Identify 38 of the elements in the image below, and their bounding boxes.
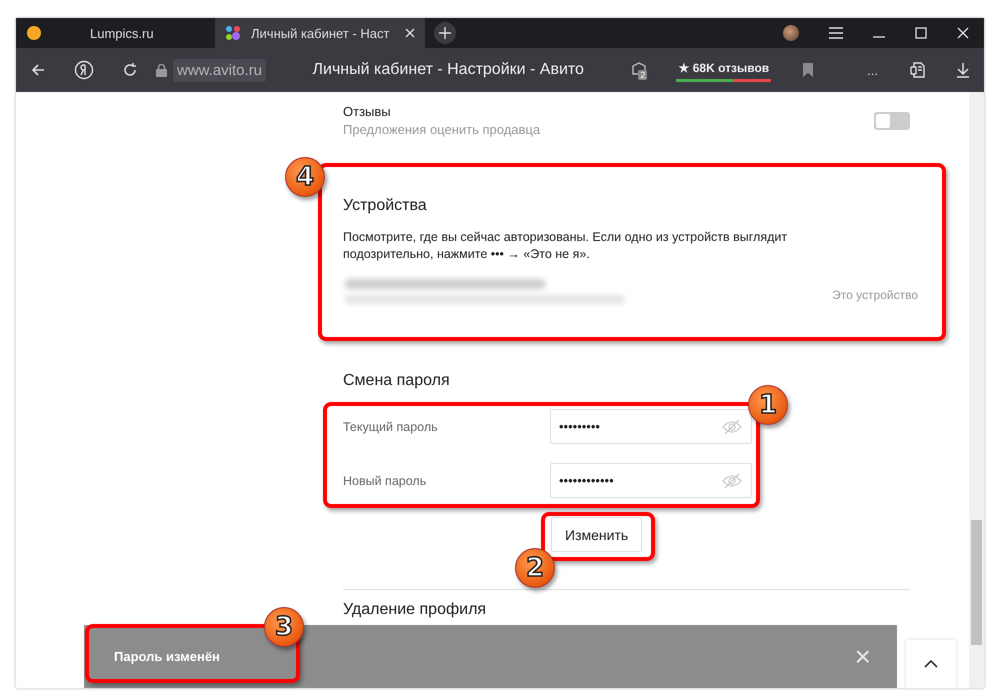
field-label: Новый пароль (343, 474, 428, 488)
section-description: Посмотрите, где вы сейчас авторизованы. Если одно из устройств выглядит подозрительно, нажмите ••• → «Это не я». (343, 229, 788, 263)
browser-tab[interactable]: Lumpics.ru (16, 18, 215, 48)
more-button[interactable]: ... (867, 62, 878, 78)
section-heading: Удаление профиля (343, 601, 486, 619)
site-favicon-icon (225, 25, 241, 41)
maximize-icon[interactable] (915, 27, 927, 39)
browser-tab[interactable]: Личный кабинет - Наст (215, 18, 425, 48)
scrollbar[interactable] (969, 92, 984, 688)
back-icon[interactable] (30, 62, 46, 78)
password-field[interactable]: ••••••••• (550, 409, 752, 444)
menu-icon[interactable] (829, 27, 843, 39)
site-favicon-icon (26, 25, 42, 41)
current-device-label: Это устройство (832, 288, 918, 302)
plus-icon (439, 27, 451, 39)
new-tab-button[interactable] (434, 22, 456, 44)
setting-title: Отзывы (343, 104, 392, 119)
toggle-switch[interactable] (874, 112, 910, 130)
reviews-link[interactable]: ★ 68K отзывов (676, 58, 772, 82)
password-field[interactable]: •••••••••••• (550, 463, 752, 498)
setting-subtitle: Предложения оценить продавца (343, 122, 540, 137)
close-tab-icon[interactable] (405, 28, 415, 38)
chevron-up-icon (924, 660, 938, 668)
change-button[interactable]: Изменить (551, 517, 642, 552)
profile-avatar[interactable] (783, 25, 799, 41)
reload-icon[interactable] (122, 62, 138, 78)
browser-logo-icon[interactable] (74, 60, 94, 80)
toast-message: Пароль изменён (114, 649, 220, 664)
extension-count: 2 (638, 70, 648, 80)
section-heading: Устройства (343, 197, 427, 215)
address-bar[interactable]: www.avito.ru (173, 58, 266, 82)
lock-icon (156, 64, 167, 76)
close-icon[interactable] (957, 27, 969, 39)
field-label: Текущий пароль (343, 420, 439, 434)
download-icon[interactable] (956, 62, 970, 78)
bookmark-icon[interactable] (803, 63, 814, 77)
page-title: Личный кабинет - Настройки - Авито (312, 61, 585, 79)
section-heading: Смена пароля (343, 372, 450, 390)
